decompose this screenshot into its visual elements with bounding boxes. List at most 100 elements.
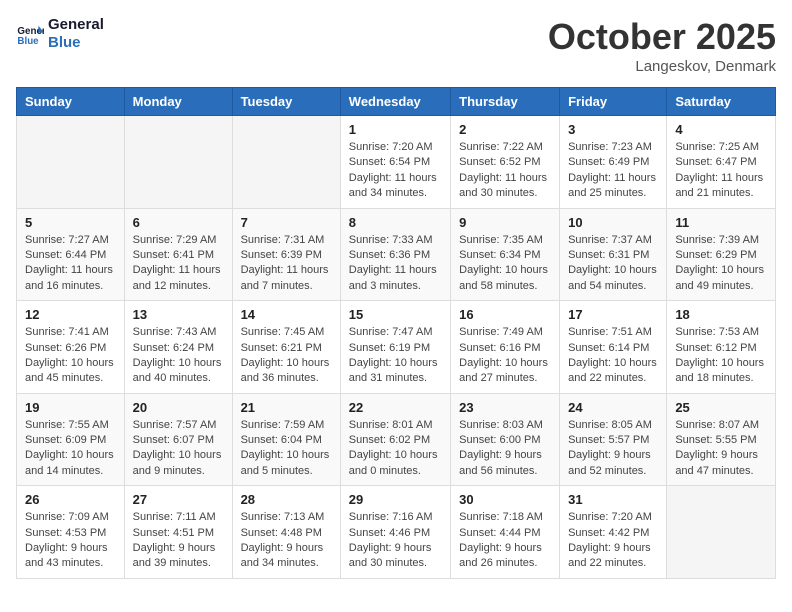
day-number: 4: [675, 122, 767, 137]
day-number: 14: [241, 307, 332, 322]
logo: General Blue General Blue: [16, 16, 104, 52]
day-number: 20: [133, 400, 224, 415]
calendar-day-31: 31Sunrise: 7:20 AM Sunset: 4:42 PM Dayli…: [560, 486, 667, 579]
empty-cell: [667, 486, 776, 579]
day-info: Sunrise: 8:03 AM Sunset: 6:00 PM Dayligh…: [459, 418, 551, 480]
day-number: 22: [349, 400, 442, 415]
day-number: 2: [459, 122, 551, 137]
day-info: Sunrise: 7:57 AM Sunset: 6:07 PM Dayligh…: [133, 418, 224, 480]
calendar-header-row: SundayMondayTuesdayWednesdayThursdayFrid…: [17, 88, 776, 116]
empty-cell: [17, 116, 125, 209]
column-header-tuesday: Tuesday: [232, 88, 340, 116]
day-number: 16: [459, 307, 551, 322]
day-number: 11: [675, 215, 767, 230]
day-number: 10: [568, 215, 658, 230]
calendar-day-30: 30 Sunrise: 7:18 AM Sunset: 4:44 PM Dayli…: [451, 486, 560, 579]
day-info: Sunrise: 7:18 AM Sunset: 4:44 PM Dayligh…: [459, 510, 551, 572]
calendar-day-12: 12 Sunrise: 7:41 AM Sunset: 6:26 PM Dayli…: [17, 301, 125, 394]
day-info: Sunrise: 7:59 AM Sunset: 6:04 PM Dayligh…: [241, 418, 332, 480]
day-info: Sunrise: 7:49 AM Sunset: 6:16 PM Dayligh…: [459, 325, 551, 387]
calendar-day-1: 1 Sunrise: 7:20 AM Sunset: 6:54 PM Daylig…: [340, 116, 450, 209]
day-info: Sunrise: 7:51 AM Sunset: 6:14 PM Dayligh…: [568, 325, 658, 387]
day-number: 26: [25, 492, 116, 507]
logo-icon: General Blue: [16, 20, 44, 48]
day-number: 23: [459, 400, 551, 415]
title-area: October 2025 Langeskov, Denmark: [548, 16, 776, 75]
column-header-saturday: Saturday: [667, 88, 776, 116]
day-number: 8: [349, 215, 442, 230]
calendar-day-29: 29 Sunrise: 7:16 AM Sunset: 4:46 PM Dayli…: [340, 486, 450, 579]
calendar-day-8: 8Sunrise: 7:33 AM Sunset: 6:36 PM Daylig…: [340, 208, 450, 301]
day-info: Sunrise: 7:20 AM Sunset: 6:54 PM Dayligh…: [349, 140, 442, 202]
day-info: Sunrise: 7:23 AM Sunset: 6:49 PM Dayligh…: [568, 140, 658, 202]
day-info: Sunrise: 8:05 AM Sunset: 5:57 PM Dayligh…: [568, 418, 658, 480]
day-number: 25: [675, 400, 767, 415]
day-info: Sunrise: 7:13 AM Sunset: 4:48 PM Dayligh…: [241, 510, 332, 572]
day-info: Sunrise: 7:41 AM Sunset: 6:26 PM Dayligh…: [25, 325, 116, 387]
calendar-week-row: 1 Sunrise: 7:20 AM Sunset: 6:54 PM Daylig…: [17, 116, 776, 209]
calendar-day-5: 5Sunrise: 7:27 AM Sunset: 6:44 PM Daylig…: [17, 208, 125, 301]
day-info: Sunrise: 7:22 AM Sunset: 6:52 PM Dayligh…: [459, 140, 551, 202]
calendar-day-2: 2 Sunrise: 7:22 AM Sunset: 6:52 PM Daylig…: [451, 116, 560, 209]
calendar-day-21: 21 Sunrise: 7:59 AM Sunset: 6:04 PM Dayli…: [232, 393, 340, 486]
calendar-day-11: 11 Sunrise: 7:39 AM Sunset: 6:29 PM Dayli…: [667, 208, 776, 301]
day-info: Sunrise: 7:27 AM Sunset: 6:44 PM Dayligh…: [25, 233, 116, 295]
day-number: 30: [459, 492, 551, 507]
day-info: Sunrise: 7:11 AM Sunset: 4:51 PM Dayligh…: [133, 510, 224, 572]
calendar-day-9: 9Sunrise: 7:35 AM Sunset: 6:34 PM Daylig…: [451, 208, 560, 301]
day-number: 19: [25, 400, 116, 415]
column-header-thursday: Thursday: [451, 88, 560, 116]
empty-cell: [124, 116, 232, 209]
calendar-day-4: 4 Sunrise: 7:25 AM Sunset: 6:47 PM Daylig…: [667, 116, 776, 209]
day-number: 18: [675, 307, 767, 322]
day-number: 21: [241, 400, 332, 415]
logo-general: General: [48, 16, 104, 34]
day-info: Sunrise: 7:37 AM Sunset: 6:31 PM Dayligh…: [568, 233, 658, 295]
page-header: General Blue General Blue October 2025 L…: [16, 16, 776, 75]
calendar-day-20: 20 Sunrise: 7:57 AM Sunset: 6:07 PM Dayli…: [124, 393, 232, 486]
day-number: 3: [568, 122, 658, 137]
day-info: Sunrise: 7:16 AM Sunset: 4:46 PM Dayligh…: [349, 510, 442, 572]
calendar-day-26: 26Sunrise: 7:09 AM Sunset: 4:53 PM Dayli…: [17, 486, 125, 579]
calendar-day-24: 24 Sunrise: 8:05 AM Sunset: 5:57 PM Dayli…: [560, 393, 667, 486]
day-info: Sunrise: 7:35 AM Sunset: 6:34 PM Dayligh…: [459, 233, 551, 295]
calendar-week-row: 19Sunrise: 7:55 AM Sunset: 6:09 PM Dayli…: [17, 393, 776, 486]
svg-text:Blue: Blue: [17, 36, 39, 47]
day-number: 15: [349, 307, 442, 322]
calendar-day-6: 6Sunrise: 7:29 AM Sunset: 6:41 PM Daylig…: [124, 208, 232, 301]
day-number: 29: [349, 492, 442, 507]
logo-blue: Blue: [48, 34, 104, 52]
calendar-day-14: 14Sunrise: 7:45 AM Sunset: 6:21 PM Dayli…: [232, 301, 340, 394]
calendar-day-16: 16 Sunrise: 7:49 AM Sunset: 6:16 PM Dayli…: [451, 301, 560, 394]
day-info: Sunrise: 7:39 AM Sunset: 6:29 PM Dayligh…: [675, 233, 767, 295]
day-number: 6: [133, 215, 224, 230]
column-header-monday: Monday: [124, 88, 232, 116]
day-info: Sunrise: 7:47 AM Sunset: 6:19 PM Dayligh…: [349, 325, 442, 387]
day-number: 13: [133, 307, 224, 322]
calendar-day-23: 23 Sunrise: 8:03 AM Sunset: 6:00 PM Dayli…: [451, 393, 560, 486]
calendar-day-3: 3 Sunrise: 7:23 AM Sunset: 6:49 PM Daylig…: [560, 116, 667, 209]
day-info: Sunrise: 7:53 AM Sunset: 6:12 PM Dayligh…: [675, 325, 767, 387]
day-number: 27: [133, 492, 224, 507]
calendar-day-7: 7 Sunrise: 7:31 AM Sunset: 6:39 PM Daylig…: [232, 208, 340, 301]
calendar-day-19: 19Sunrise: 7:55 AM Sunset: 6:09 PM Dayli…: [17, 393, 125, 486]
day-info: Sunrise: 7:20 AM Sunset: 4:42 PM Dayligh…: [568, 510, 658, 572]
calendar-day-13: 13 Sunrise: 7:43 AM Sunset: 6:24 PM Dayli…: [124, 301, 232, 394]
calendar-day-18: 18 Sunrise: 7:53 AM Sunset: 6:12 PM Dayli…: [667, 301, 776, 394]
calendar-day-25: 25Sunrise: 8:07 AM Sunset: 5:55 PM Dayli…: [667, 393, 776, 486]
day-info: Sunrise: 7:43 AM Sunset: 6:24 PM Dayligh…: [133, 325, 224, 387]
empty-cell: [232, 116, 340, 209]
day-number: 17: [568, 307, 658, 322]
day-info: Sunrise: 7:31 AM Sunset: 6:39 PM Dayligh…: [241, 233, 332, 295]
day-number: 24: [568, 400, 658, 415]
day-info: Sunrise: 7:25 AM Sunset: 6:47 PM Dayligh…: [675, 140, 767, 202]
calendar-week-row: 26Sunrise: 7:09 AM Sunset: 4:53 PM Dayli…: [17, 486, 776, 579]
column-header-friday: Friday: [560, 88, 667, 116]
day-number: 1: [349, 122, 442, 137]
day-number: 7: [241, 215, 332, 230]
day-number: 12: [25, 307, 116, 322]
location: Langeskov, Denmark: [548, 58, 776, 75]
day-info: Sunrise: 8:01 AM Sunset: 6:02 PM Dayligh…: [349, 418, 442, 480]
calendar-day-15: 15 Sunrise: 7:47 AM Sunset: 6:19 PM Dayli…: [340, 301, 450, 394]
column-header-sunday: Sunday: [17, 88, 125, 116]
